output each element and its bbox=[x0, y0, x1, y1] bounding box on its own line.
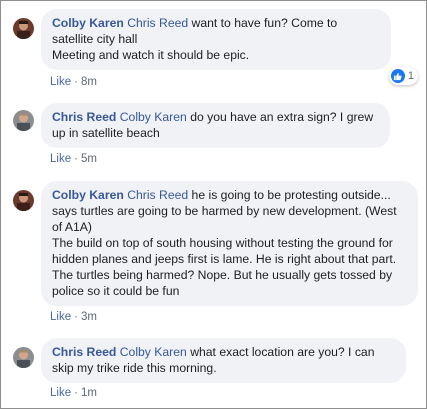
separator-dot: · bbox=[74, 76, 78, 88]
comment-mention[interactable]: Chris Reed bbox=[127, 188, 188, 202]
like-link[interactable]: Like bbox=[50, 387, 71, 399]
comment-bubble: Chris Reed Colby Karen do you have an ex… bbox=[41, 103, 390, 148]
separator-dot: · bbox=[74, 387, 78, 399]
comment-timestamp[interactable]: 5m bbox=[81, 153, 97, 165]
like-reaction-icon bbox=[390, 69, 405, 83]
comment-actions: Like · 3m bbox=[50, 311, 97, 323]
comment-bubble: Colby Karen Chris Reed want to have fun?… bbox=[41, 9, 391, 70]
separator-dot: · bbox=[74, 153, 78, 165]
comment-timestamp[interactable]: 3m bbox=[81, 311, 97, 323]
like-link[interactable]: Like bbox=[50, 76, 71, 88]
comment-author[interactable]: Chris Reed bbox=[52, 345, 116, 359]
comment-timestamp[interactable]: 1m bbox=[81, 387, 97, 399]
avatar[interactable] bbox=[13, 190, 34, 211]
comment-bubble: Chris Reed Colby Karen what exact locati… bbox=[41, 338, 406, 383]
comment-author[interactable]: Colby Karen bbox=[52, 16, 124, 30]
reaction-badge[interactable]: 1 bbox=[388, 67, 418, 85]
comment-actions: Like · 8m bbox=[50, 76, 97, 88]
comment-mention[interactable]: Colby Karen bbox=[120, 345, 187, 359]
avatar[interactable] bbox=[13, 347, 34, 368]
comment-mention[interactable]: Colby Karen bbox=[120, 110, 187, 124]
comment-actions: Like · 1m bbox=[50, 387, 97, 399]
avatar[interactable] bbox=[13, 110, 34, 131]
avatar[interactable] bbox=[13, 18, 34, 39]
comment-timestamp[interactable]: 8m bbox=[81, 76, 97, 88]
separator-dot: · bbox=[74, 311, 78, 323]
comment-author[interactable]: Chris Reed bbox=[52, 110, 116, 124]
comment-author[interactable]: Colby Karen bbox=[52, 188, 124, 202]
like-link[interactable]: Like bbox=[50, 311, 71, 323]
comment-mention[interactable]: Chris Reed bbox=[127, 16, 188, 30]
comment-text: he is going to be protesting outside... … bbox=[52, 188, 397, 298]
comment-actions: Like · 5m bbox=[50, 153, 97, 165]
reaction-count: 1 bbox=[407, 70, 414, 82]
comment-bubble: Colby Karen Chris Reed he is going to be… bbox=[41, 181, 418, 306]
comment-thread: Colby Karen Chris Reed want to have fun?… bbox=[0, 0, 427, 409]
like-link[interactable]: Like bbox=[50, 153, 71, 165]
